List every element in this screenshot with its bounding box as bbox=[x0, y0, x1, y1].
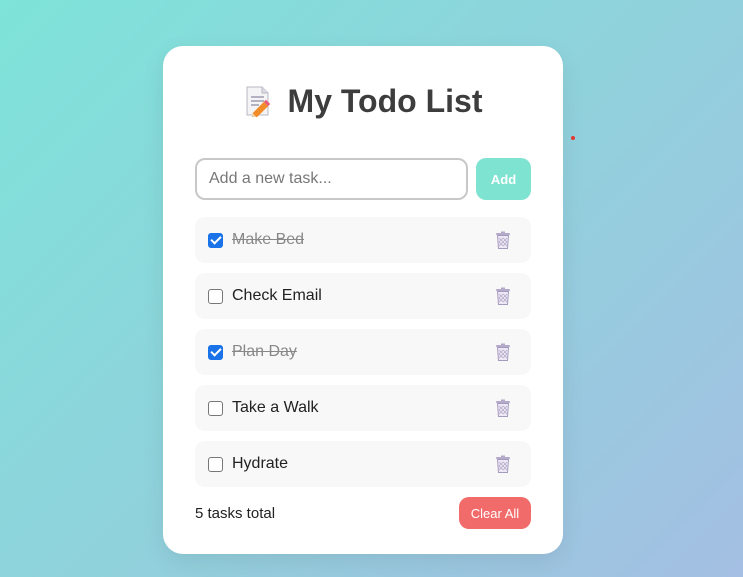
todo-text: Make Bed bbox=[232, 231, 305, 248]
delete-button[interactable] bbox=[491, 284, 515, 308]
trash-icon bbox=[493, 286, 513, 306]
add-button[interactable]: Add bbox=[476, 158, 531, 200]
todo-checkbox[interactable] bbox=[208, 232, 223, 248]
todo-card: My Todo List Add Make Bed Check Email Plan… bbox=[163, 46, 563, 554]
new-task-input[interactable] bbox=[195, 158, 468, 200]
todo-checkbox[interactable] bbox=[208, 288, 223, 304]
todo-text: Check Email bbox=[232, 287, 322, 304]
todo-item: Take a Walk bbox=[195, 385, 531, 431]
todo-text: Take a Walk bbox=[232, 399, 319, 416]
delete-button[interactable] bbox=[491, 452, 515, 476]
trash-icon bbox=[493, 398, 513, 418]
delete-button[interactable] bbox=[491, 340, 515, 364]
todo-checkbox[interactable] bbox=[208, 400, 223, 416]
todo-list: Make Bed Check Email Plan Day Take a Walk Hy… bbox=[195, 217, 531, 487]
trash-icon bbox=[493, 230, 513, 250]
trash-icon bbox=[493, 454, 513, 474]
todo-checkbox[interactable] bbox=[208, 456, 223, 472]
red-dot-marker bbox=[571, 136, 575, 140]
add-task-row: Add bbox=[195, 158, 531, 200]
todo-item: Hydrate bbox=[195, 441, 531, 487]
todo-text: Plan Day bbox=[232, 343, 297, 360]
todo-item: Make Bed bbox=[195, 217, 531, 263]
header: My Todo List bbox=[195, 46, 531, 158]
clear-all-button[interactable]: Clear All bbox=[459, 497, 531, 529]
todo-checkbox[interactable] bbox=[208, 344, 223, 360]
footer: 5 tasks total Clear All bbox=[195, 497, 531, 529]
todo-item: Plan Day bbox=[195, 329, 531, 375]
page-title: My Todo List bbox=[287, 82, 483, 119]
memo-pencil-icon bbox=[244, 85, 274, 119]
todo-text: Hydrate bbox=[232, 455, 289, 472]
task-count: 5 tasks total bbox=[195, 504, 276, 522]
delete-button[interactable] bbox=[491, 228, 515, 252]
trash-icon bbox=[493, 342, 513, 362]
delete-button[interactable] bbox=[491, 396, 515, 420]
todo-item: Check Email bbox=[195, 273, 531, 319]
